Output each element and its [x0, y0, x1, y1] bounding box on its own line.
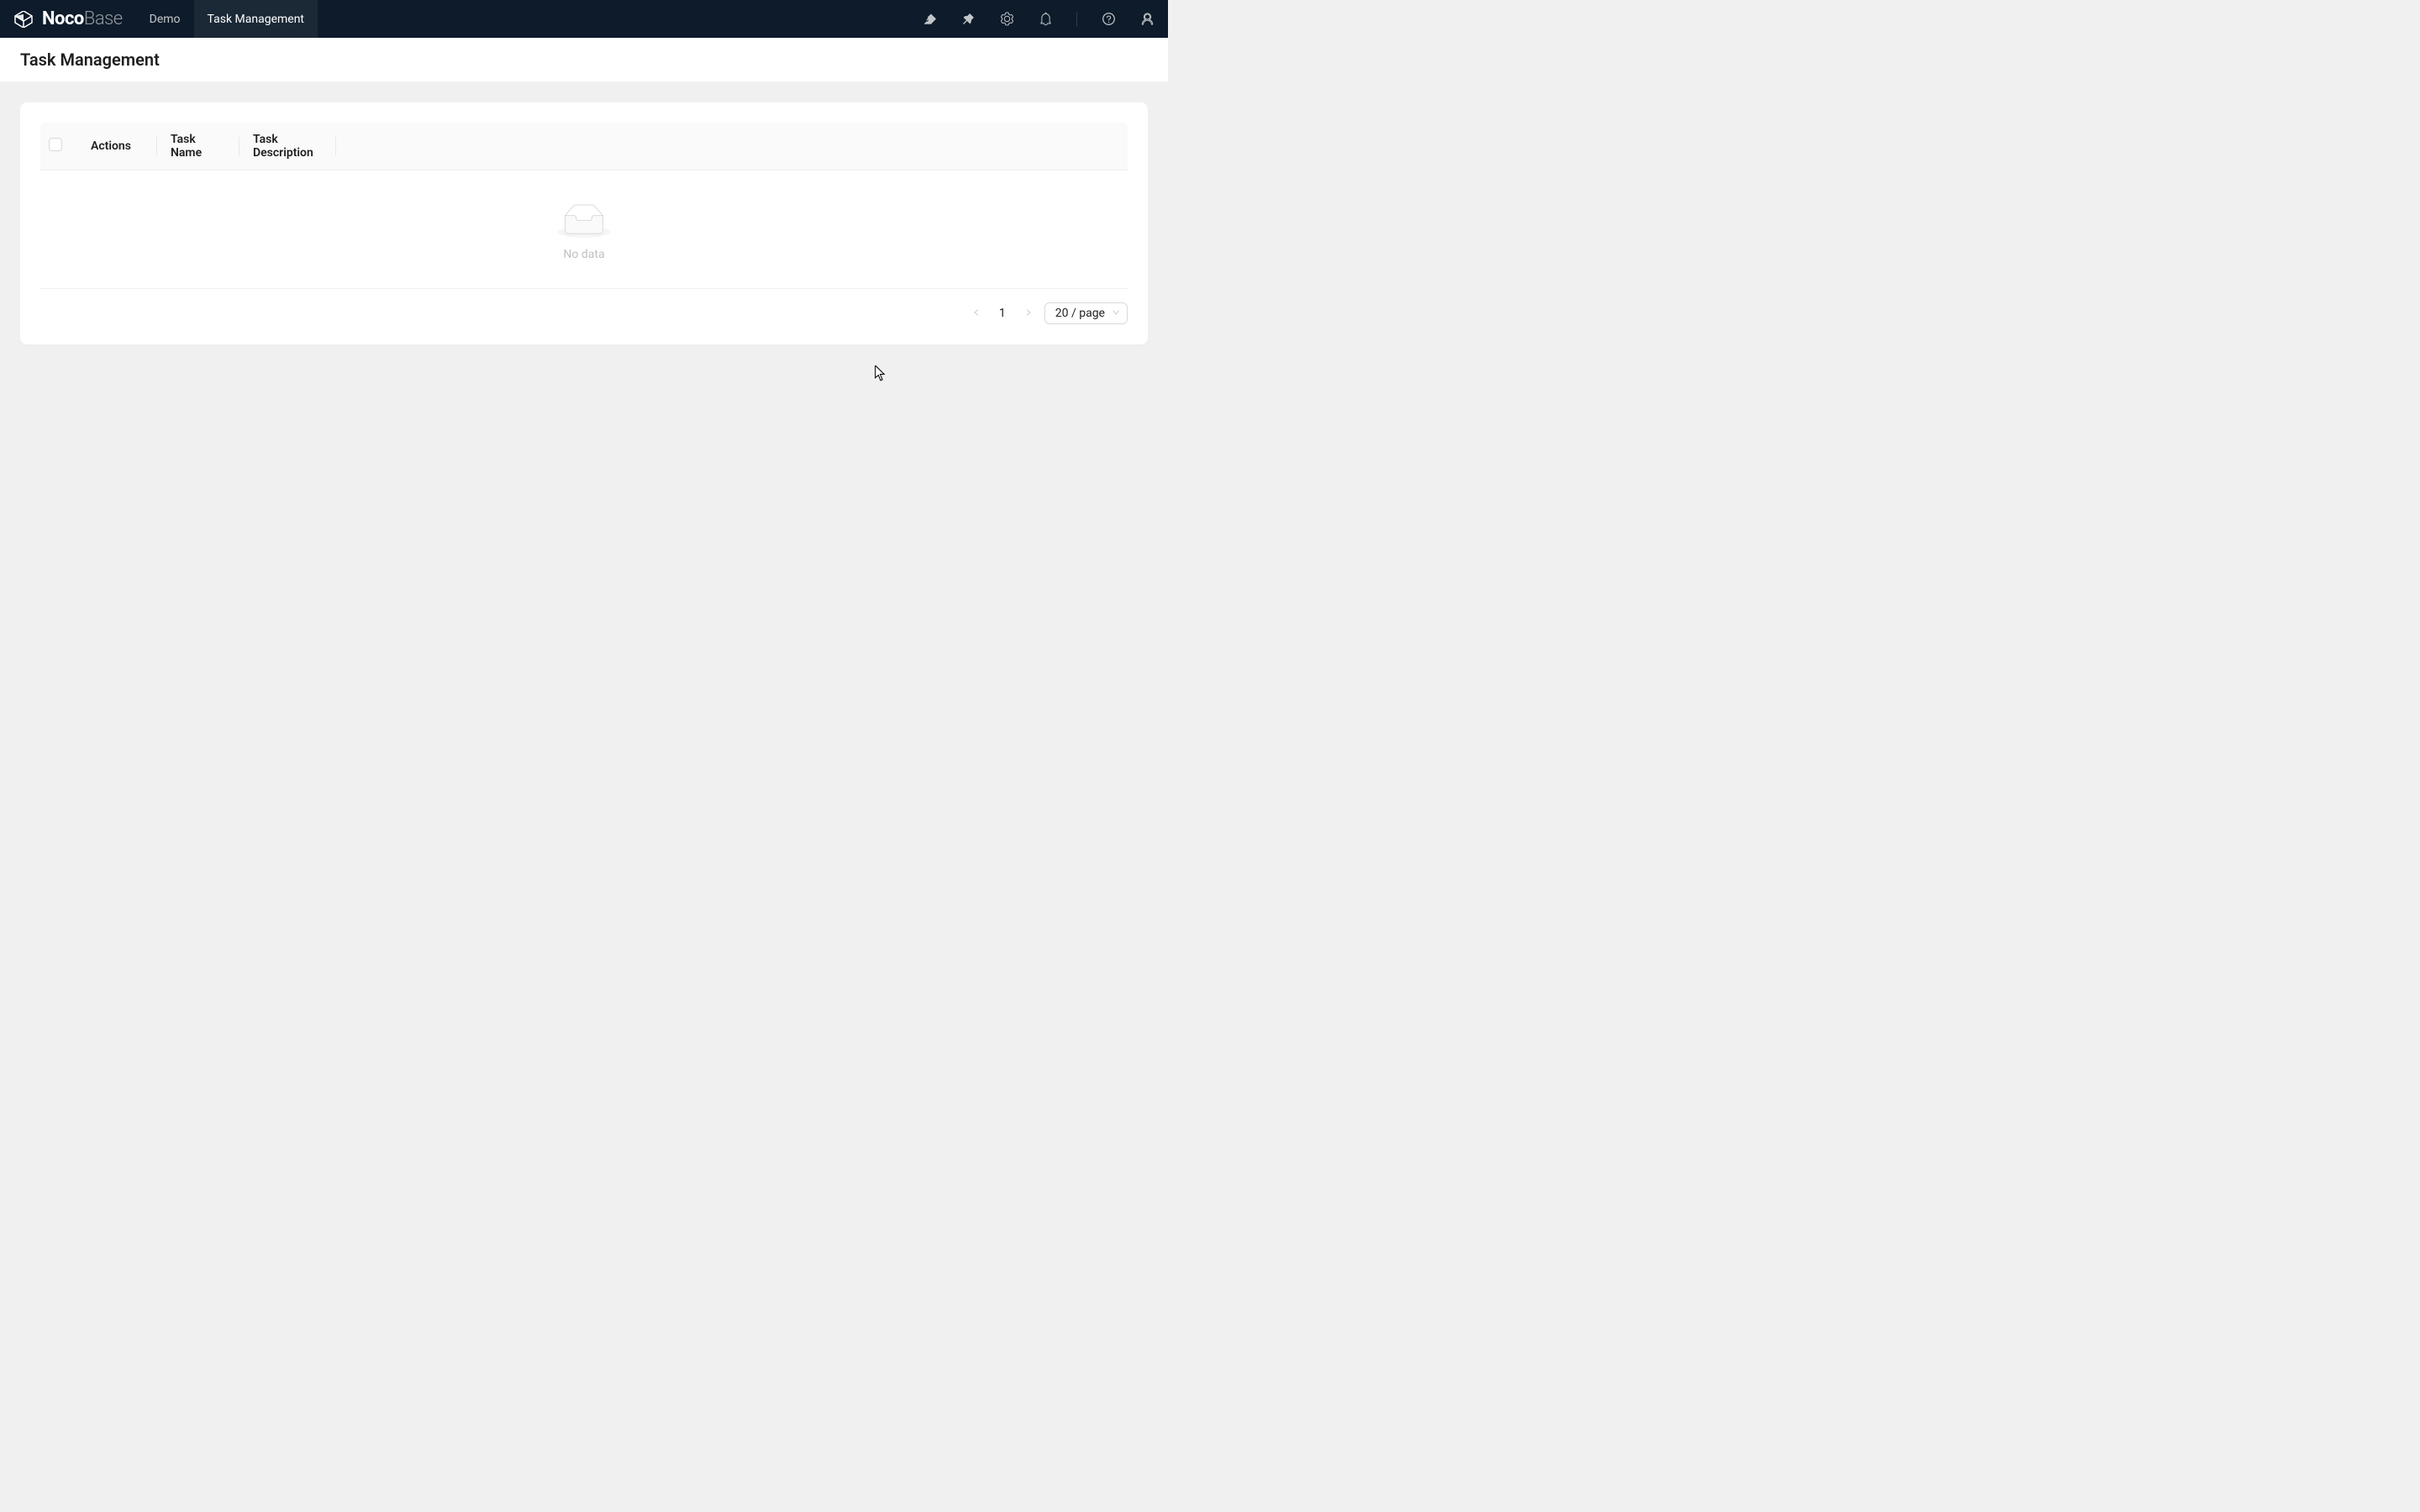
- app-logo[interactable]: NocoBase: [13, 8, 123, 29]
- header-left: NocoBase Demo Task Management: [13, 0, 318, 38]
- help-icon[interactable]: [1101, 12, 1116, 27]
- app-header: NocoBase Demo Task Management: [0, 0, 1168, 38]
- page-size-label: 20 / page: [1055, 307, 1105, 320]
- empty-text: No data: [40, 248, 1128, 261]
- table-header-row: Actions Task Name Task Description: [40, 123, 1128, 171]
- column-actions: Actions: [77, 123, 157, 171]
- table-card: Actions Task Name Task Description No da…: [20, 102, 1148, 344]
- page-header: Task Management: [0, 38, 1168, 82]
- empty-state: No data: [40, 171, 1128, 289]
- header-divider: [1076, 12, 1077, 27]
- select-all-header: [40, 123, 77, 171]
- chevron-down-icon: [1112, 308, 1120, 319]
- column-task-name: Task Name: [157, 123, 239, 171]
- notification-icon[interactable]: [1038, 12, 1053, 27]
- header-right: [922, 12, 1155, 27]
- empty-inbox-icon: [557, 204, 611, 238]
- mouse-cursor: [875, 365, 886, 382]
- select-all-checkbox[interactable]: [49, 138, 62, 151]
- pagination-next[interactable]: [1021, 308, 1036, 318]
- user-icon[interactable]: [1139, 12, 1155, 27]
- page-size-select[interactable]: 20 / page: [1044, 302, 1128, 324]
- column-task-description: Task Description: [239, 123, 336, 171]
- plugin-icon[interactable]: [960, 12, 976, 27]
- tasks-table: Actions Task Name Task Description: [40, 123, 1128, 171]
- nav-item-task-management[interactable]: Task Management: [194, 0, 318, 38]
- pagination: 1 20 / page: [40, 302, 1128, 324]
- nav-item-demo[interactable]: Demo: [136, 0, 194, 38]
- settings-icon[interactable]: [999, 12, 1014, 27]
- content-area: Actions Task Name Task Description No da…: [0, 82, 1168, 365]
- pagination-current[interactable]: 1: [992, 307, 1013, 320]
- pagination-prev[interactable]: [969, 308, 984, 318]
- logo-icon: [13, 11, 34, 28]
- column-spacer: [336, 123, 1128, 171]
- page-title: Task Management: [20, 50, 1148, 70]
- logo-text: NocoBase: [42, 8, 123, 29]
- highlight-icon[interactable]: [922, 12, 937, 27]
- main-nav: Demo Task Management: [136, 0, 318, 38]
